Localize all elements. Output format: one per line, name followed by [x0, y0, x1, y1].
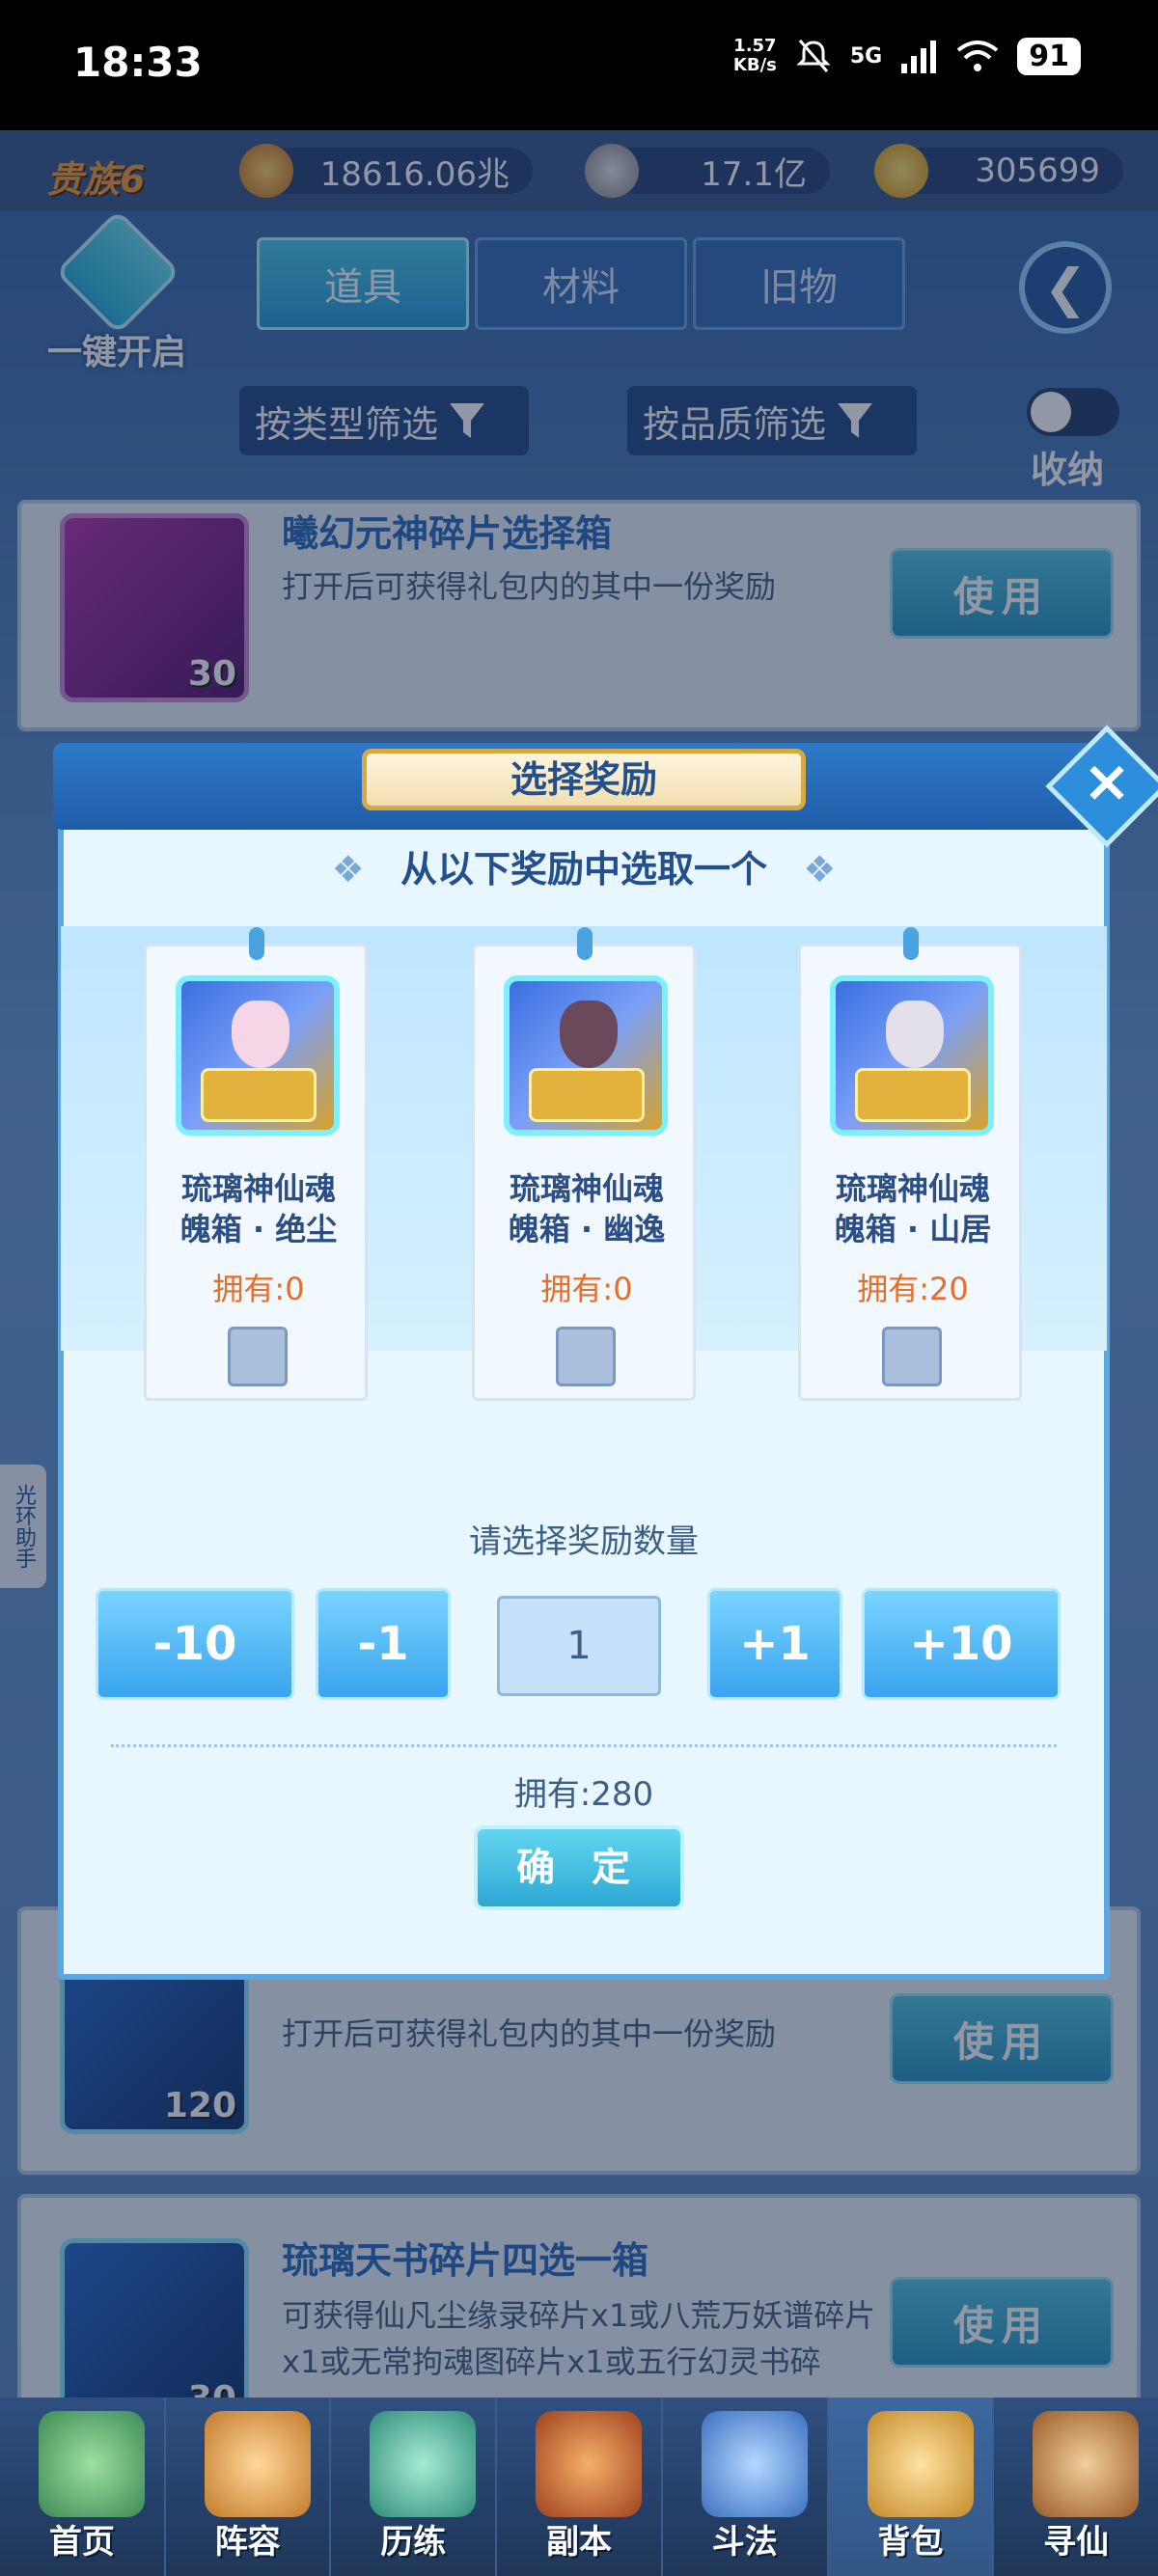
- pin-icon: [903, 927, 919, 960]
- reward-checkbox[interactable]: [556, 1327, 616, 1386]
- sparkle-icon: ❖: [803, 848, 837, 891]
- nav-lineup[interactable]: 阵容: [166, 2398, 332, 2576]
- reward-option-1[interactable]: 琉璃神仙魂 魄箱 · 绝尘 拥有:0: [144, 927, 368, 1401]
- confirm-button[interactable]: 确 定: [474, 1825, 684, 1910]
- dialog-subtitle: ❖ 从以下奖励中选取一个 ❖: [331, 848, 837, 891]
- soul-chest-icon: [830, 975, 994, 1136]
- minus-1-button[interactable]: -1: [316, 1588, 451, 1700]
- nav-dungeon[interactable]: 副本: [497, 2398, 663, 2576]
- mute-icon: [796, 40, 831, 72]
- nav-training[interactable]: 历练: [331, 2398, 498, 2576]
- close-icon[interactable]: ×: [1076, 751, 1138, 812]
- reward-name: 琉璃神仙魂 魄箱 · 绝尘: [179, 1170, 338, 1247]
- clock: 18:33: [73, 39, 203, 86]
- pin-icon: [249, 927, 264, 960]
- reward-checkbox[interactable]: [228, 1327, 288, 1386]
- minus-10-button[interactable]: -10: [96, 1588, 294, 1700]
- select-reward-dialog: 选择奖励 × ❖ 从以下奖励中选取一个 ❖ 琉璃神仙魂 魄箱 · 绝尘 拥有:0: [53, 725, 1158, 1980]
- training-icon: [370, 2411, 477, 2517]
- network-speed: 1.57 KB/s: [732, 36, 777, 75]
- status-bar: 18:33 1.57 KB/s 5G 91: [0, 0, 1158, 130]
- soul-chest-icon: [504, 975, 668, 1136]
- lineup-icon: [204, 2411, 311, 2517]
- nav-seek-immortal[interactable]: 寻仙: [994, 2398, 1158, 2576]
- quantity-input[interactable]: 1: [497, 1596, 661, 1696]
- network-type: 5G: [849, 43, 883, 69]
- dungeon-gate-icon: [536, 2411, 643, 2517]
- pin-icon: [577, 927, 593, 960]
- nav-home[interactable]: 首页: [0, 2398, 166, 2576]
- nav-bag[interactable]: 背包: [828, 2398, 995, 2576]
- home-icon: [39, 2411, 145, 2517]
- reward-name: 琉璃神仙魂 魄箱 · 山居: [834, 1170, 992, 1247]
- reward-option-2[interactable]: 琉璃神仙魂 魄箱 · 幽逸 拥有:0: [472, 927, 696, 1401]
- duel-icon: [701, 2411, 808, 2517]
- reward-option-3[interactable]: 琉璃神仙魂 魄箱 · 山居 拥有:20: [798, 927, 1022, 1401]
- bottom-nav: 首页 阵容 历练 副本 斗法 背包 寻仙: [0, 2398, 1158, 2576]
- scroll-icon: [1033, 2411, 1140, 2517]
- sparkle-icon: ❖: [331, 848, 365, 891]
- nav-duel[interactable]: 斗法: [663, 2398, 829, 2576]
- reward-options: 琉璃神仙魂 魄箱 · 绝尘 拥有:0 琉璃神仙魂 魄箱 · 幽逸 拥有:0 琉璃…: [61, 926, 1107, 1401]
- soul-chest-icon: [176, 975, 340, 1136]
- wifi-icon: [957, 41, 999, 71]
- owned-total: 拥有:280: [513, 1775, 654, 1814]
- reward-owned: 拥有:20: [857, 1271, 969, 1307]
- status-icons: 1.57 KB/s 5G 91: [733, 37, 1081, 75]
- dialog-title: 选择奖励: [362, 749, 806, 810]
- signal-icon: [901, 41, 937, 73]
- bag-icon: [867, 2411, 974, 2517]
- reward-name: 琉璃神仙魂 魄箱 · 幽逸: [508, 1170, 666, 1247]
- battery-level: 91: [1017, 37, 1081, 75]
- quantity-label: 请选择奖励数量: [469, 1522, 699, 1561]
- reward-owned: 拥有:0: [212, 1271, 305, 1307]
- divider: [111, 1744, 1057, 1747]
- reward-owned: 拥有:0: [540, 1271, 633, 1307]
- plus-1-button[interactable]: +1: [707, 1588, 842, 1700]
- plus-10-button[interactable]: +10: [862, 1588, 1061, 1700]
- reward-checkbox[interactable]: [882, 1327, 942, 1386]
